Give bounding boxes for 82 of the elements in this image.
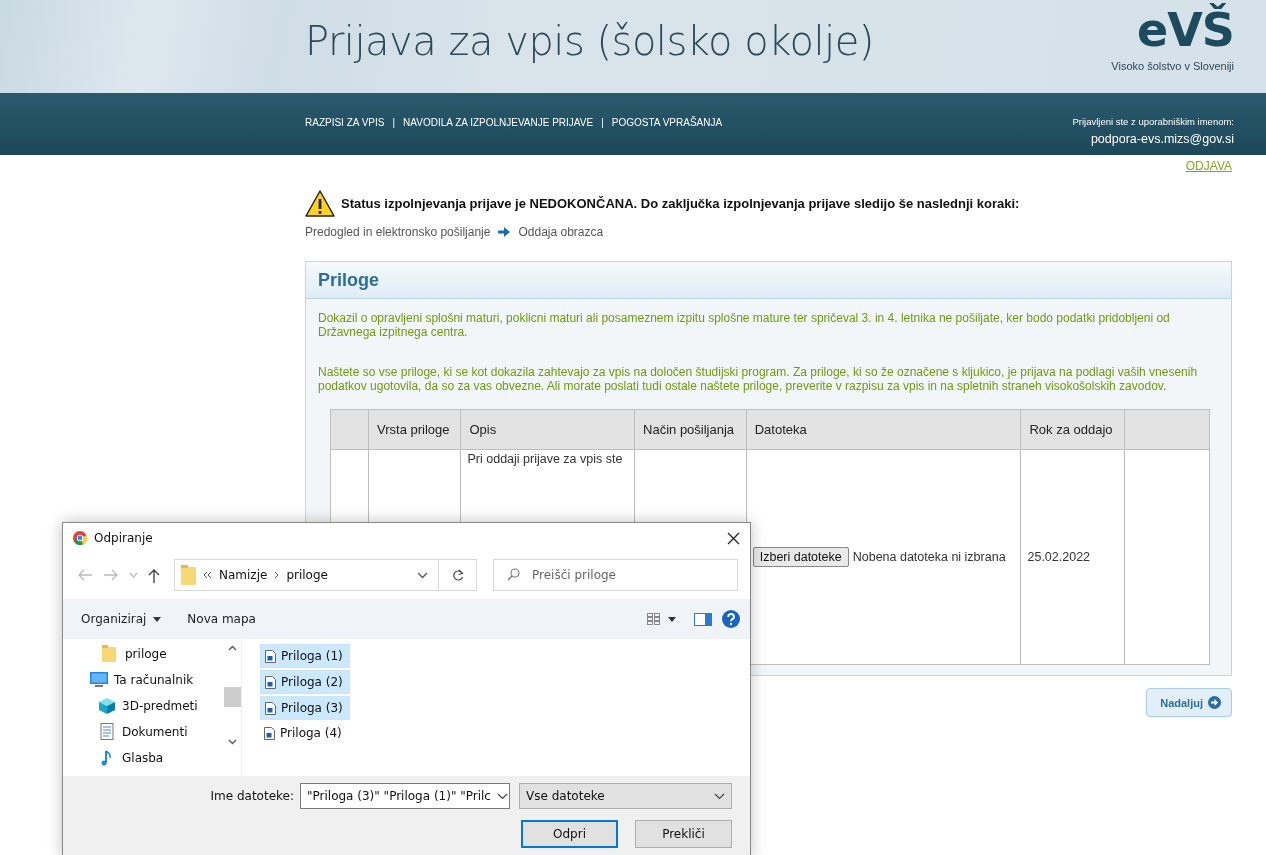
logo-subtitle: Visoko šolstvo v Sloveniji — [1111, 60, 1234, 72]
step-label: Predogled in elektronsko pošiljanje — [305, 225, 491, 239]
nav-pane-item[interactable]: 3D-predmeti — [63, 693, 224, 719]
breadcrumb-item[interactable]: priloge — [286, 568, 328, 582]
up-icon — [148, 567, 160, 583]
status-message: Status izpolnjevanja prijave je NEDOKONČANA. Do zaključka izpolnjevanja prijave sledijo še naslednji koraki: — [341, 196, 1020, 211]
cube-icon — [98, 697, 116, 715]
folder-icon — [101, 645, 119, 663]
nav-pane-item[interactable]: Dokumenti — [63, 719, 224, 745]
arrow-circle-icon — [1208, 696, 1221, 709]
monitor-icon — [90, 671, 108, 689]
column-header: Rok za oddajo — [1021, 409, 1125, 450]
document-icon — [98, 723, 116, 741]
caret-icon — [714, 792, 725, 800]
file-item[interactable]: Priloga (2) — [260, 670, 350, 694]
image-file-icon — [265, 675, 276, 689]
view-icon — [647, 613, 661, 625]
caret-icon — [153, 616, 162, 622]
warning-icon — [305, 190, 335, 217]
deadline-text: 25.02.2022 — [1027, 550, 1091, 564]
scroll-down-icon — [228, 739, 237, 745]
caret-icon — [496, 792, 508, 800]
cancel-button[interactable]: Prekliči — [635, 820, 732, 848]
panel-title: Priloge — [306, 262, 1231, 299]
back-icon — [77, 569, 93, 581]
column-header: Način pošiljanja — [634, 409, 747, 450]
folder-icon — [181, 565, 196, 585]
open-button[interactable]: Odpri — [521, 820, 618, 848]
info-text: Dokazil o opravljeni splošni maturi, poklicni maturi ali posameznem izpitu splošne mature ter spričeval 3. in 4. letnika ne pošiljate, ker bodo podatki pridobljeni od Državnega izpitnega centra. — [318, 311, 1171, 339]
image-file-icon — [265, 649, 276, 663]
browser-logo-icon — [73, 531, 87, 545]
close-icon — [727, 531, 740, 545]
login-label: Prijavljeni ste z uporabniškim imenom: — [1072, 116, 1234, 127]
search-field[interactable]: Preišči priloge — [493, 559, 738, 591]
organize-button[interactable]: Organiziraj — [73, 608, 170, 630]
page-title: Prijava za vpis (šolsko okolje) — [305, 17, 874, 66]
filename-label: Ime datoteke: — [210, 789, 294, 803]
username: podpora-evs.mizs@gov.si — [1089, 132, 1234, 146]
nav-separator: | — [391, 116, 397, 128]
step-label: Oddaja obrazca — [518, 225, 604, 239]
refresh-button[interactable] — [439, 559, 477, 591]
arrow-icon — [498, 227, 511, 237]
caret-icon — [668, 616, 676, 622]
chevron-icon — [274, 571, 280, 579]
nav-link[interactable]: NAVODILA ZA IZPOLNJEVANJE PRIJAVE — [403, 116, 594, 128]
file-status: Nobena datoteka ni izbrana — [852, 550, 1006, 564]
image-file-icon — [264, 726, 275, 740]
choose-file-button[interactable]: Izberi datoteke — [752, 547, 849, 567]
file-item[interactable]: Priloga (4) — [260, 722, 348, 744]
logo: eVŠ — [1137, 4, 1234, 56]
nav-link[interactable]: RAZPISI ZA VPIS — [305, 116, 385, 128]
column-header: Datoteka — [746, 409, 1021, 450]
nav-link[interactable]: POGOSTA VPRAŠANJA — [611, 116, 723, 128]
caret-icon — [417, 571, 428, 579]
file-type-dropdown[interactable]: Vse datoteke — [519, 783, 732, 809]
new-folder-button[interactable]: Nova mapa — [179, 608, 264, 630]
nav-separator: | — [600, 116, 605, 128]
nav-pane-item[interactable]: Ta računalnik — [63, 667, 224, 693]
file-item[interactable]: Priloga (3) — [260, 696, 350, 720]
image-file-icon — [265, 701, 276, 715]
forward-icon — [103, 569, 119, 581]
search-icon — [507, 568, 520, 581]
dropdown-icon — [129, 572, 138, 578]
continue-button[interactable]: Nadaljuj — [1146, 688, 1232, 717]
breadcrumb-item[interactable]: Namizje — [219, 568, 268, 582]
info-text: Naštete so vse priloge, ki se kot dokazila zahtevajo za vpis na določen študijski program. Za priloge, ki so že označene s kljukico, je prijava na podlagi vaših vnesenih podatkov ugotovila, da so za vas obvezne. Ali morate poslati tudi ostale naštete priloge, preverite v razpisu za vpis in na spletnih straneh visokošolskih zavodov. — [318, 365, 1199, 393]
description-text: Pri oddaji prijave za vpis ste — [467, 452, 623, 466]
scrollbar-thumb[interactable] — [224, 687, 241, 707]
refresh-icon — [451, 568, 464, 582]
dialog-title: Odpiranje — [94, 531, 153, 545]
column-header: Opis — [461, 409, 635, 450]
nav-pane-item[interactable]: priloge — [63, 641, 224, 667]
file-item[interactable]: Priloga (1) — [260, 644, 350, 668]
scroll-up-icon — [228, 645, 237, 651]
filename-field[interactable]: "Priloga (3)" "Priloga (1)" "Prilc — [300, 783, 510, 809]
nav-pane-item[interactable]: Glasba — [63, 745, 224, 771]
address-bar[interactable]: Namizje priloge — [174, 559, 439, 591]
preview-pane-icon — [694, 612, 712, 626]
chevrons-icon — [203, 571, 212, 579]
header-cell — [330, 409, 369, 450]
help-icon — [722, 610, 740, 628]
column-header: Vrsta priloge — [368, 409, 461, 450]
